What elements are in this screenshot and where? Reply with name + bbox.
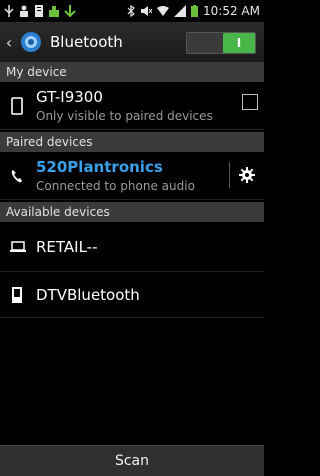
section-my-device: My device (0, 62, 264, 82)
phone-device-icon (10, 96, 24, 116)
sdcard-icon (34, 5, 44, 17)
visibility-checkbox[interactable] (242, 94, 258, 110)
scan-button[interactable]: Scan (0, 445, 264, 476)
notification-icon (19, 5, 29, 17)
back-button[interactable]: ‹ (0, 22, 18, 62)
battery-icon (191, 5, 199, 17)
signal-icon (174, 5, 187, 17)
device-icon (10, 286, 24, 304)
paired-device-name: 520Plantronics (36, 158, 163, 176)
section-paired: Paired devices (0, 132, 264, 152)
status-time: 10:52 AM (203, 4, 260, 18)
bluetooth-toggle[interactable]: I (186, 32, 256, 54)
app-icon (49, 5, 59, 17)
action-bar: ‹ Bluetooth I (0, 22, 264, 63)
laptop-icon (10, 240, 26, 254)
my-device-name: GT-I9300 (36, 88, 103, 106)
available-device-name: DTVBluetooth (36, 286, 140, 304)
gear-icon (239, 167, 255, 183)
chevron-left-icon: ‹ (5, 32, 13, 52)
wifi-icon (157, 5, 170, 17)
page-title: Bluetooth (50, 33, 123, 51)
paired-device-row[interactable]: 520Plantronics Connected to phone audio (0, 152, 264, 200)
mute-icon (140, 5, 153, 17)
paired-device-status: Connected to phone audio (36, 179, 195, 193)
toggle-knob: I (223, 33, 255, 53)
available-device-name: RETAIL-- (36, 238, 98, 256)
usb-icon (4, 5, 14, 17)
available-device-row[interactable]: DTVBluetooth (0, 272, 264, 318)
download-icon (64, 5, 76, 17)
bluetooth-settings-icon[interactable] (18, 29, 44, 55)
my-device-subtitle: Only visible to paired devices (36, 109, 213, 123)
my-device-row[interactable]: GT-I9300 Only visible to paired devices (0, 82, 264, 130)
status-left-icons (0, 5, 80, 17)
bluetooth-icon (127, 5, 135, 17)
available-device-row[interactable]: RETAIL-- (0, 222, 264, 272)
section-available: Available devices (0, 202, 264, 222)
status-right-icons: 10:52 AM (123, 4, 264, 18)
phone-icon (10, 166, 24, 186)
paired-device-settings-button[interactable] (230, 152, 264, 198)
status-bar: 10:52 AM (0, 0, 264, 22)
